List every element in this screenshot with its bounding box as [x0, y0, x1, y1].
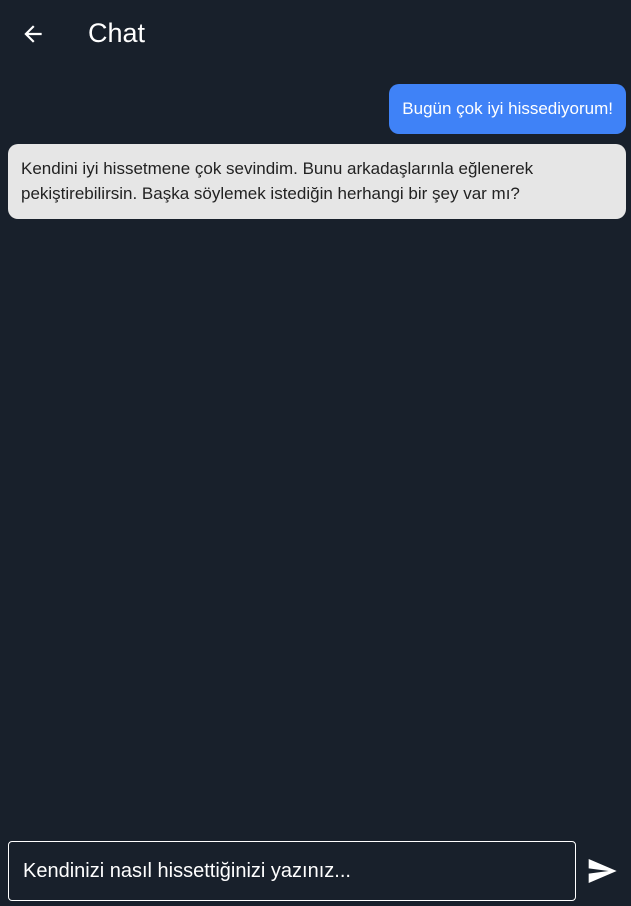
message-input[interactable] [8, 841, 576, 901]
page-title: Chat [88, 18, 146, 48]
app-bar: Chat [0, 0, 631, 68]
back-button[interactable] [13, 14, 53, 54]
send-button[interactable] [583, 852, 621, 890]
arrow-left-icon [24, 25, 42, 43]
user-message-bubble: Bugün çok iyi hissediyorum! [389, 84, 626, 134]
send-icon [588, 859, 617, 883]
chat-screen: Chat Bugün çok iyi hissediyorum! Kendini… [0, 0, 631, 906]
bot-message-bubble: Kendini iyi hissetmene çok sevindim. Bun… [8, 144, 626, 219]
